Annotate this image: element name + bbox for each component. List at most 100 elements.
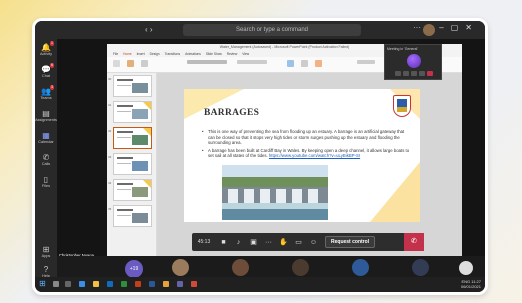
app-rail: 🔔 Activity 1 💬 Chat 6 👥 Teams 3 ▤ Assign… [35,39,57,278]
mini-window-title: Meeting in 'General' [387,47,418,51]
rail-assignments[interactable]: ▤ Assignments [35,109,57,123]
layout-icon[interactable] [141,60,148,67]
task-view-icon[interactable] [65,281,71,287]
rail-label: Teams [40,96,52,100]
slide-thumbnail[interactable] [113,179,152,201]
profile-avatar[interactable] [423,24,435,36]
rail-chat[interactable]: 💬 Chat 6 [35,63,57,79]
file-explorer-icon[interactable] [93,281,99,287]
leave-call-button[interactable]: ✆ [404,233,424,251]
clock-date: 06/01/2021 [460,284,481,289]
slide-number: 31 [108,103,112,107]
hang-up-icon[interactable] [427,71,433,76]
arrange-icon[interactable] [301,60,308,67]
slide-number: 30 [108,77,112,81]
mini-controls [395,71,433,76]
rail-files[interactable]: ▯ Files [35,175,57,189]
file-icon: ▯ [43,175,49,184]
share-icon[interactable] [411,71,417,76]
share-icon[interactable]: ▣ [246,238,261,246]
avatar [232,259,249,276]
slide-number: 32 [108,129,112,133]
store-icon[interactable] [107,281,113,287]
excel-icon[interactable] [121,281,127,287]
search-input[interactable]: Search or type a command [183,24,361,36]
edge-icon[interactable] [79,281,85,287]
font-box[interactable] [187,60,227,64]
avatar [412,259,429,276]
rail-label: Calendar [38,140,54,144]
rail-label: Activity [39,52,53,56]
current-slide[interactable]: BARRAGES This is one way of preventing t… [184,89,420,222]
app-icon[interactable] [163,281,169,287]
slide-number: 35 [108,207,112,211]
notification-badge: 6 [50,63,54,68]
raise-hand-icon[interactable]: ✋ [276,238,291,246]
teams-icon[interactable] [177,281,183,287]
barrage-photo [222,165,328,220]
rail-label: Apps [41,254,51,258]
participant-avatar [407,54,421,68]
more-participants-button[interactable]: +19 [125,260,143,278]
rail-activity[interactable]: 🔔 Activity 1 [35,41,57,57]
chat-icon[interactable]: ▭ [291,238,306,246]
rail-label: Assignments [35,118,57,122]
notification-badge: 1 [50,41,54,46]
rail-label: Chat [41,74,51,78]
slide-title: BARRAGES [204,108,260,118]
rail-label: Files [41,184,51,188]
paste-icon[interactable] [113,60,120,67]
rail-apps[interactable]: ⊞ Apps [35,245,57,259]
mic-icon[interactable] [403,71,409,76]
word-icon[interactable] [149,281,155,287]
nav-arrows-icon[interactable]: ‹ › [145,25,153,34]
rail-calls[interactable]: ✆ Calls [35,153,57,167]
rail-teams[interactable]: 👥 Teams 3 [35,85,57,101]
windows-start-icon[interactable]: ⊞ [39,280,46,288]
request-control-button[interactable]: Request control [325,236,376,248]
apps-icon: ⊞ [42,245,50,254]
windows-taskbar: ⊞ ENG 11:27 06/01/2021 [35,277,485,292]
title-bar: ‹ › Search or type a command ··· –▢✕ [35,21,485,39]
new-slide-icon[interactable] [127,60,134,67]
phone-icon: ✆ [42,153,50,162]
people-icon[interactable]: ☺ [306,239,321,246]
notification-badge: 3 [50,85,54,90]
slide-thumbnail[interactable] [113,153,152,175]
youtube-link[interactable]: https://www.youtube.com/watch?v=uLyBikBP… [269,153,360,158]
slide-thumbnails: 30 31 32 33 34 35 [107,73,157,259]
shapes-icon[interactable] [287,60,294,67]
camera-icon[interactable] [395,71,401,76]
system-tray[interactable]: ENG 11:27 06/01/2021 [461,279,481,289]
mic-icon[interactable]: ♪ [231,239,246,246]
bullet-item: A barrage has been built at Cardiff Bay … [202,148,412,159]
meeting-stage: Water_Management (Autosaved) - Microsoft… [57,39,485,283]
editing-tools[interactable] [357,60,375,64]
chrome-icon[interactable] [191,281,197,287]
slide-editor: BARRAGES This is one way of preventing t… [157,73,462,259]
more-icon[interactable] [419,71,425,76]
more-icon[interactable]: ··· [261,239,276,246]
teams-window: ‹ › Search or type a command ··· –▢✕ 🔔 A… [32,18,488,295]
meeting-toolbar: 45:13 ■ ♪ ▣ ··· ✋ ▭ ☺ Request control ✆ [192,233,424,251]
pinned-participant-avatar[interactable] [459,261,473,275]
meeting-timer: 45:13 [197,239,211,245]
slide-number: 34 [108,181,112,185]
slide-thumbnail[interactable] [113,205,152,227]
slide-thumbnail[interactable] [113,101,152,123]
slide-number: 33 [108,155,112,159]
avatar [172,259,189,276]
camera-icon[interactable]: ■ [216,239,231,246]
slide-thumbnail-selected[interactable] [113,127,152,149]
meeting-mini-window[interactable]: Meeting in 'General' [384,44,442,80]
rail-calendar[interactable]: ▦ Calendar [35,131,57,145]
slide-thumbnail[interactable] [113,75,152,97]
paragraph-tools[interactable] [237,60,267,64]
bullet-item: This is one way of preventing the sea fr… [202,129,412,146]
search-icon[interactable] [53,281,59,287]
quick-styles-icon[interactable] [315,60,322,67]
window-controls[interactable]: –▢✕ [439,23,479,32]
avatar [352,259,369,276]
more-options-icon[interactable]: ··· [413,23,421,32]
powerpoint-icon[interactable] [135,281,141,287]
